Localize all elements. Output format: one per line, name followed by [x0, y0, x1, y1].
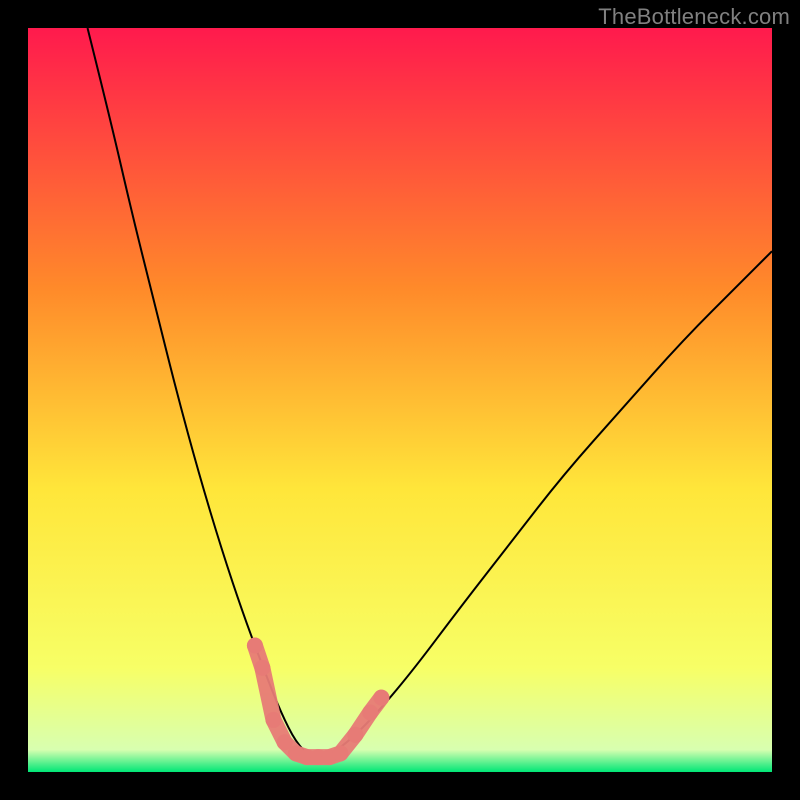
bottleneck-chart: TheBottleneck.com — [0, 0, 800, 800]
watermark-label: TheBottleneck.com — [598, 4, 790, 30]
marker-point — [332, 745, 348, 761]
marker-point — [254, 660, 270, 676]
marker-point — [247, 638, 263, 654]
marker-point — [347, 727, 363, 743]
plot-canvas — [0, 0, 800, 800]
marker-point — [266, 712, 282, 728]
marker-point — [362, 704, 378, 720]
marker-point — [373, 690, 389, 706]
